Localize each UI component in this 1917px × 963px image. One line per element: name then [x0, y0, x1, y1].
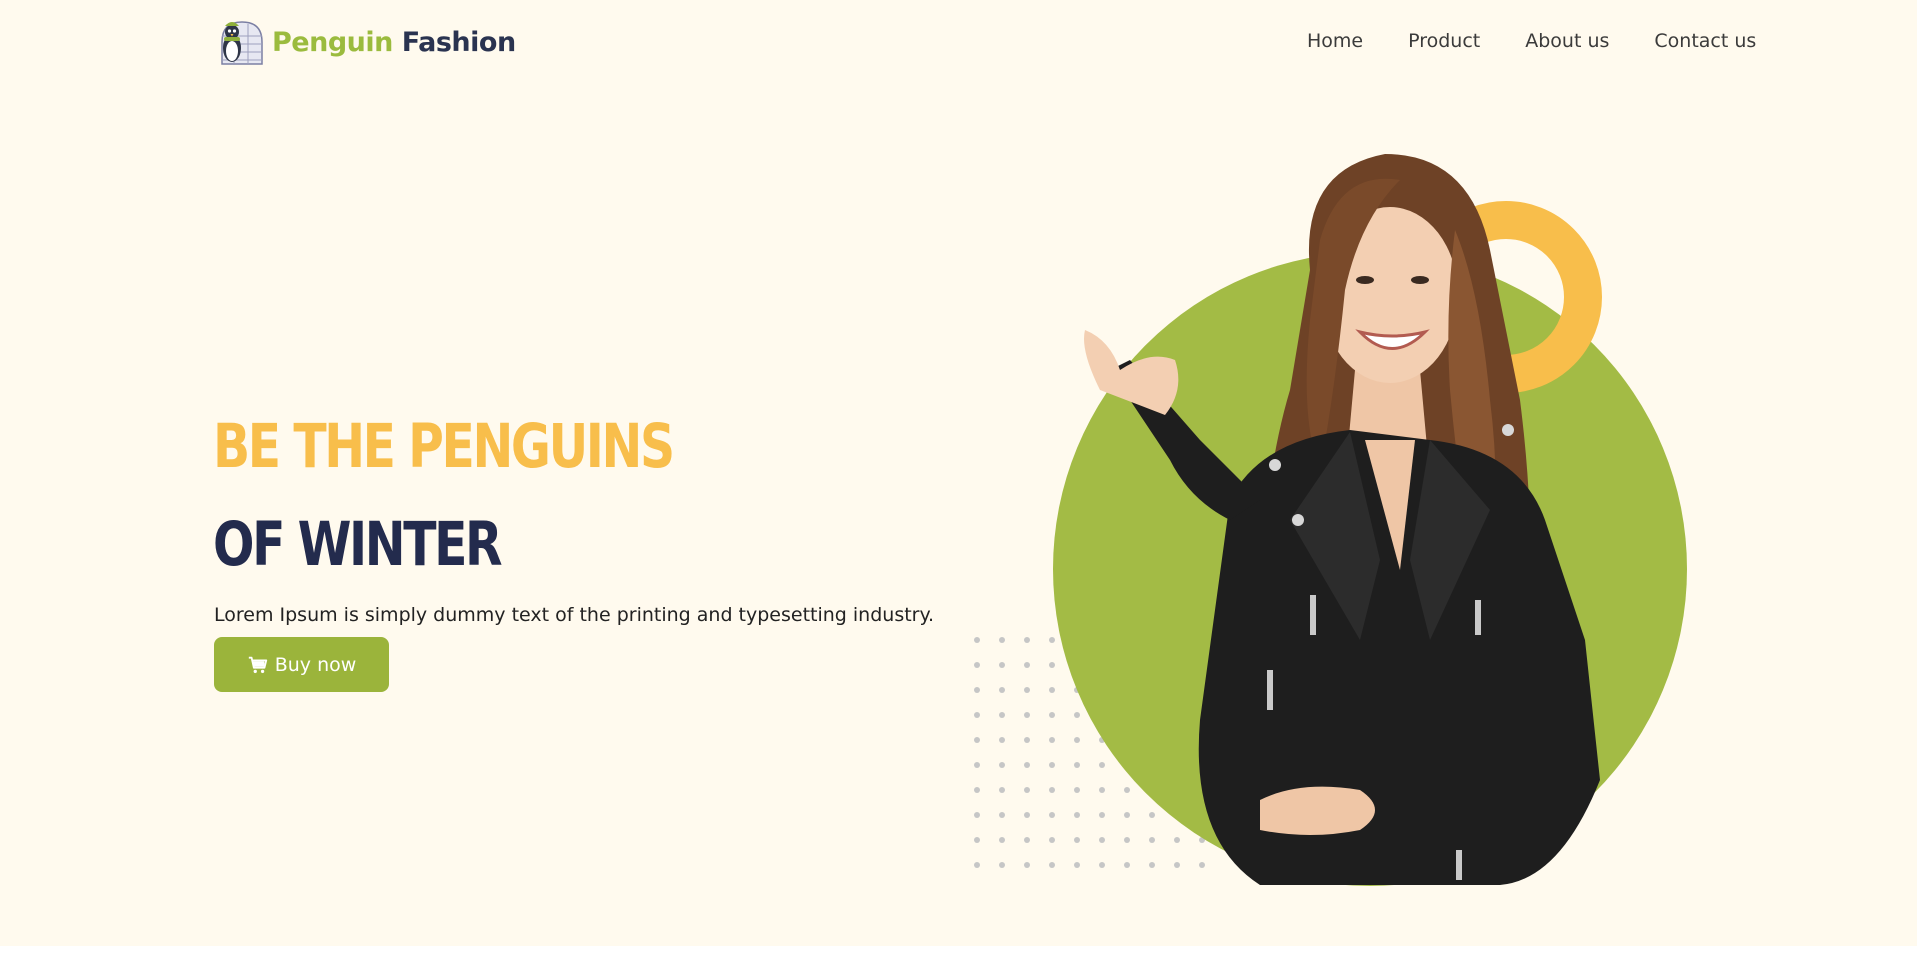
- dot: [999, 687, 1005, 693]
- cart-icon: [248, 656, 267, 673]
- dot: [1049, 762, 1055, 768]
- brand-logo[interactable]: Penguin Fashion: [214, 16, 516, 68]
- dot: [974, 662, 980, 668]
- nav-home[interactable]: Home: [1307, 30, 1363, 52]
- dot: [1124, 787, 1130, 793]
- dot: [999, 787, 1005, 793]
- dot: [1024, 637, 1030, 643]
- dot: [1074, 787, 1080, 793]
- dot: [1099, 787, 1105, 793]
- brand-word-1: Penguin: [272, 26, 393, 58]
- dot: [1049, 662, 1055, 668]
- dot: [974, 762, 980, 768]
- dot: [1124, 862, 1130, 868]
- dot: [974, 787, 980, 793]
- dot: [1074, 862, 1080, 868]
- penguin-logo-icon: [221, 21, 263, 65]
- dot: [1124, 812, 1130, 818]
- dot: [1099, 762, 1105, 768]
- dot: [1149, 812, 1155, 818]
- dot: [999, 837, 1005, 843]
- dot: [1074, 837, 1080, 843]
- dot: [999, 812, 1005, 818]
- dot: [1049, 712, 1055, 718]
- buy-now-button[interactable]: Buy now: [214, 637, 389, 692]
- dot: [1049, 837, 1055, 843]
- dot: [1049, 862, 1055, 868]
- dot: [1024, 812, 1030, 818]
- dot: [1049, 687, 1055, 693]
- buy-now-label: Buy now: [274, 653, 357, 676]
- dot: [1149, 837, 1155, 843]
- dot: [974, 837, 980, 843]
- dot: [1024, 662, 1030, 668]
- dot: [974, 712, 980, 718]
- dot: [1024, 737, 1030, 743]
- dot: [1099, 812, 1105, 818]
- dot: [999, 637, 1005, 643]
- hero-tagline: Lorem Ipsum is simply dummy text of the …: [214, 604, 935, 626]
- nav-product[interactable]: Product: [1408, 30, 1480, 52]
- dot: [1024, 712, 1030, 718]
- brand-name: Penguin Fashion: [272, 27, 516, 58]
- dot: [974, 812, 980, 818]
- hero-illustration: [974, 154, 1687, 886]
- nav-contact-us[interactable]: Contact us: [1654, 30, 1756, 52]
- dot: [999, 662, 1005, 668]
- dot: [1124, 837, 1130, 843]
- hero-headline-line-2: OF WINTER: [213, 509, 503, 580]
- dot: [1049, 737, 1055, 743]
- dot: [1024, 787, 1030, 793]
- dot: [1024, 862, 1030, 868]
- dot: [1024, 762, 1030, 768]
- dot: [999, 712, 1005, 718]
- dot: [974, 687, 980, 693]
- dot: [1174, 837, 1180, 843]
- dot: [1049, 787, 1055, 793]
- dot: [999, 737, 1005, 743]
- dot: [1074, 812, 1080, 818]
- brand-word-2: Fashion: [401, 26, 516, 58]
- dot: [1099, 837, 1105, 843]
- dot: [1024, 837, 1030, 843]
- dot: [1149, 862, 1155, 868]
- dot: [1074, 762, 1080, 768]
- dot: [999, 762, 1005, 768]
- dot: [1074, 737, 1080, 743]
- dot: [1199, 862, 1205, 868]
- dot: [974, 637, 980, 643]
- hero-headline-line-1: BE THE PENGUINS: [213, 411, 675, 482]
- hero-section: Penguin Fashion Home Product About us Co…: [0, 0, 1917, 946]
- nav-about-us[interactable]: About us: [1525, 30, 1609, 52]
- main-nav: Home Product About us Contact us: [1307, 30, 1801, 52]
- dot: [999, 862, 1005, 868]
- dot: [974, 862, 980, 868]
- dot: [1024, 687, 1030, 693]
- dot: [1049, 812, 1055, 818]
- dot: [1074, 712, 1080, 718]
- dot: [1049, 637, 1055, 643]
- dot: [974, 737, 980, 743]
- dot: [1099, 862, 1105, 868]
- dot: [1174, 862, 1180, 868]
